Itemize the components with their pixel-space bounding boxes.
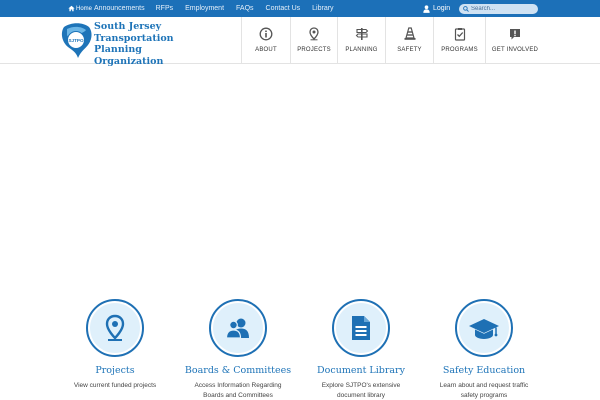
feature-icon-circle[interactable] xyxy=(86,299,144,357)
feature-boards-committees[interactable]: Boards & Committees Access Information R… xyxy=(173,299,303,400)
feature-description: Explore SJTPO's extensive document libra… xyxy=(321,382,401,399)
brand-line: Planning xyxy=(94,44,142,55)
nav-label: ABOUT xyxy=(255,47,277,53)
nav-item-programs[interactable]: PROGRAMS xyxy=(434,17,486,64)
nav-label: SAFETY xyxy=(397,47,422,53)
feature-icon-circle[interactable] xyxy=(209,299,267,357)
feature-description: Access Information Regarding Boards and … xyxy=(194,382,282,399)
topnav-link-rfps[interactable]: RFPs xyxy=(156,5,174,12)
brand-line: Organization xyxy=(94,55,164,67)
main-nav: ABOUT PROJECTS PLANNING SAFETY PROGRAMS … xyxy=(241,17,544,64)
map-pin-icon xyxy=(105,314,125,341)
search-input[interactable] xyxy=(471,4,531,14)
top-utility-bar: Home Announcements RFPs Employment FAQs … xyxy=(0,0,600,17)
traffic-cone-icon xyxy=(404,27,415,40)
nav-label: PROJECTS xyxy=(297,47,331,53)
logo-text: SJTPO xyxy=(68,38,83,43)
brand-line: South Jersey xyxy=(94,21,162,32)
clipboard-check-icon xyxy=(454,28,465,41)
feature-title[interactable]: Document Library xyxy=(296,365,426,376)
feature-projects[interactable]: Projects View current funded projects xyxy=(50,299,180,391)
feature-document-library[interactable]: Document Library Explore SJTPO's extensi… xyxy=(296,299,426,400)
nav-label: GET INVOLVED xyxy=(491,47,539,53)
people-icon xyxy=(225,318,249,339)
login-label: Login xyxy=(433,5,451,12)
feature-title[interactable]: Projects xyxy=(50,365,180,376)
graduation-cap-icon xyxy=(469,319,499,339)
document-icon xyxy=(352,316,370,340)
home-label: Home xyxy=(76,5,93,12)
login-link[interactable]: Login xyxy=(423,0,450,17)
utility-nav: Home Announcements RFPs Employment FAQs … xyxy=(68,0,346,17)
search-icon[interactable] xyxy=(463,6,469,12)
nav-item-safety[interactable]: SAFETY xyxy=(386,17,434,64)
nav-item-get-involved[interactable]: GET INVOLVED xyxy=(486,17,544,64)
feature-safety-education[interactable]: Safety Education Learn about and request… xyxy=(419,299,549,400)
chat-bubble-icon xyxy=(510,29,520,40)
home-link[interactable]: Home xyxy=(68,5,92,12)
nav-item-about[interactable]: ABOUT xyxy=(242,17,291,64)
brand-name[interactable]: South Jersey Transportation Planning Org… xyxy=(94,21,194,67)
topnav-link-library[interactable]: Library xyxy=(312,5,333,12)
nav-label: PROGRAMS xyxy=(441,47,478,53)
search-box xyxy=(459,4,538,14)
brand-line: Transportation xyxy=(94,32,174,44)
feature-icon-circle[interactable] xyxy=(455,299,513,357)
sjtpo-logo[interactable]: SJTPO xyxy=(59,21,93,59)
nav-item-projects[interactable]: PROJECTS xyxy=(291,17,338,64)
nav-label: PLANNING xyxy=(345,47,378,53)
nav-item-planning[interactable]: PLANNING xyxy=(338,17,386,64)
topnav-link-contact-us[interactable]: Contact Us xyxy=(266,5,301,12)
topnav-link-employment[interactable]: Employment xyxy=(185,5,224,12)
map-pin-icon xyxy=(309,27,319,41)
feature-description: View current funded projects xyxy=(73,382,157,389)
user-icon xyxy=(423,4,430,13)
feature-icon-circle[interactable] xyxy=(332,299,390,357)
topnav-link-faqs[interactable]: FAQs xyxy=(236,5,254,12)
site-header: SJTPO South Jersey Transportation Planni… xyxy=(0,17,600,67)
feature-title[interactable]: Boards & Committees xyxy=(173,365,303,376)
home-icon xyxy=(68,5,75,12)
road-sign-icon xyxy=(355,28,368,40)
feature-title[interactable]: Safety Education xyxy=(419,365,549,376)
topnav-link-announcements[interactable]: Announcements xyxy=(94,5,145,12)
feature-description: Learn about and request traffic safety p… xyxy=(439,382,529,399)
info-icon xyxy=(259,27,273,41)
